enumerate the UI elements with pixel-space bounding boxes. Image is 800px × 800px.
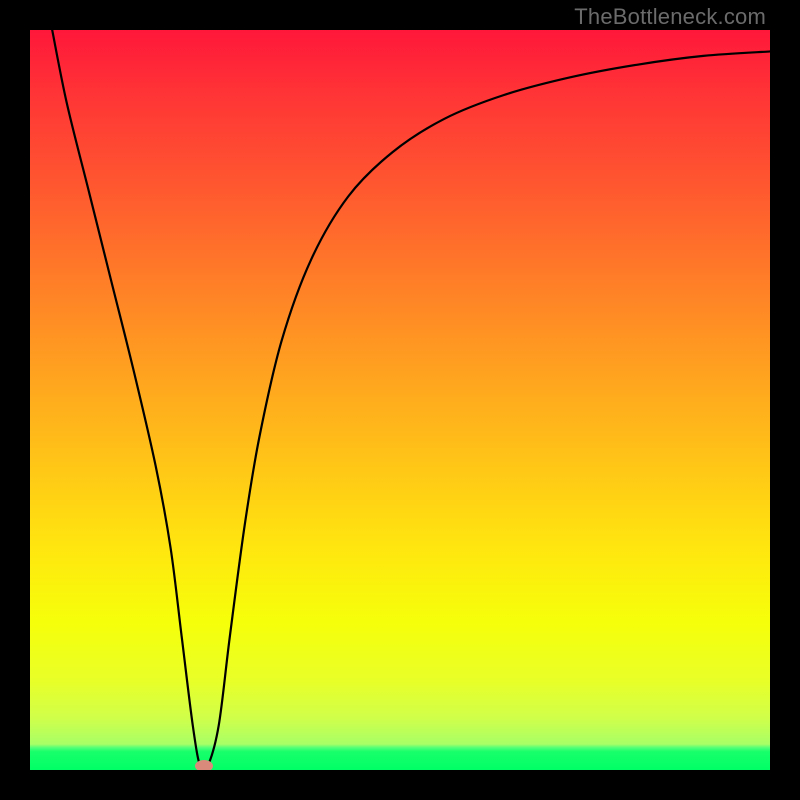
watermark-text: TheBottleneck.com: [574, 4, 766, 30]
chart-frame: TheBottleneck.com: [0, 0, 800, 800]
plot-area: [30, 30, 770, 770]
minimum-marker: [195, 760, 213, 770]
curve-svg: [30, 30, 770, 770]
bottleneck-curve: [52, 30, 770, 770]
